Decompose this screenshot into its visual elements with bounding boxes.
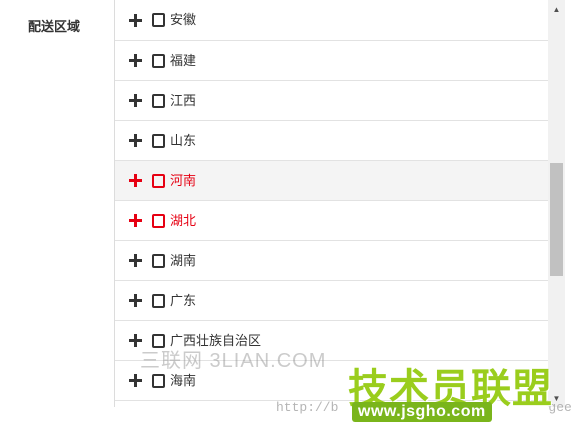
watermark-3lian: 三联网 3LIAN.COM [140, 350, 327, 372]
checkbox-icon[interactable] [152, 173, 165, 188]
checkbox-icon[interactable] [152, 133, 165, 148]
field-label: 配送区域 [28, 19, 81, 34]
plus-icon[interactable] [129, 254, 142, 267]
region-label: 安徽 [170, 12, 197, 27]
region-label: 湖南 [170, 252, 197, 268]
checkbox-icon[interactable] [152, 53, 165, 68]
plus-icon[interactable] [129, 374, 142, 387]
region-label: 湖北 [170, 212, 197, 228]
region-label: 河南 [170, 172, 197, 188]
checkbox-icon[interactable] [152, 253, 165, 268]
scroll-up-arrow-icon[interactable]: ▲ [548, 2, 565, 16]
region-row[interactable]: 安徽 [115, 0, 549, 41]
plus-icon[interactable] [129, 54, 142, 67]
checkbox-icon[interactable] [152, 293, 165, 308]
checkbox-icon[interactable] [152, 93, 165, 108]
watermark-domain: www.jsgho.com [352, 402, 492, 422]
scroll-thumb[interactable] [550, 163, 563, 276]
region-row[interactable]: 广东 [115, 281, 549, 321]
checkbox-icon[interactable] [152, 373, 165, 388]
checkbox-icon[interactable] [152, 13, 165, 27]
plus-icon[interactable] [129, 214, 142, 227]
vertical-scrollbar[interactable]: ▲ ▼ [548, 0, 565, 407]
checkbox-icon[interactable] [152, 213, 165, 228]
region-label: 福建 [170, 52, 197, 68]
plus-icon[interactable] [129, 94, 142, 107]
region-list: 安徽 福建 江西 山东 河南 湖北 湖南 广东 广西壮族自治区 海南 [115, 0, 549, 401]
region-row[interactable]: 山东 [115, 121, 549, 161]
watermark-url-head: http://b [276, 400, 339, 415]
region-row[interactable]: 江西 [115, 81, 549, 121]
region-label: 山东 [170, 132, 197, 148]
region-row[interactable]: 湖北 [115, 201, 549, 241]
region-row[interactable]: 河南 [115, 161, 549, 201]
plus-icon[interactable] [129, 294, 142, 307]
region-label: 海南 [170, 372, 197, 388]
region-row[interactable]: 湖南 [115, 241, 549, 281]
plus-icon[interactable] [129, 13, 142, 27]
region-row[interactable]: 福建 [115, 41, 549, 81]
plus-icon[interactable] [129, 174, 142, 187]
region-label: 江西 [170, 92, 197, 108]
region-label: 广东 [170, 292, 197, 308]
delivery-area-form: 配送区域 安徽 福建 江西 山东 河南 湖北 湖南 广东 广西壮族自治区 海南 ▲ ▼ 三联网 3… [0, 0, 579, 429]
plus-icon[interactable] [129, 134, 142, 147]
